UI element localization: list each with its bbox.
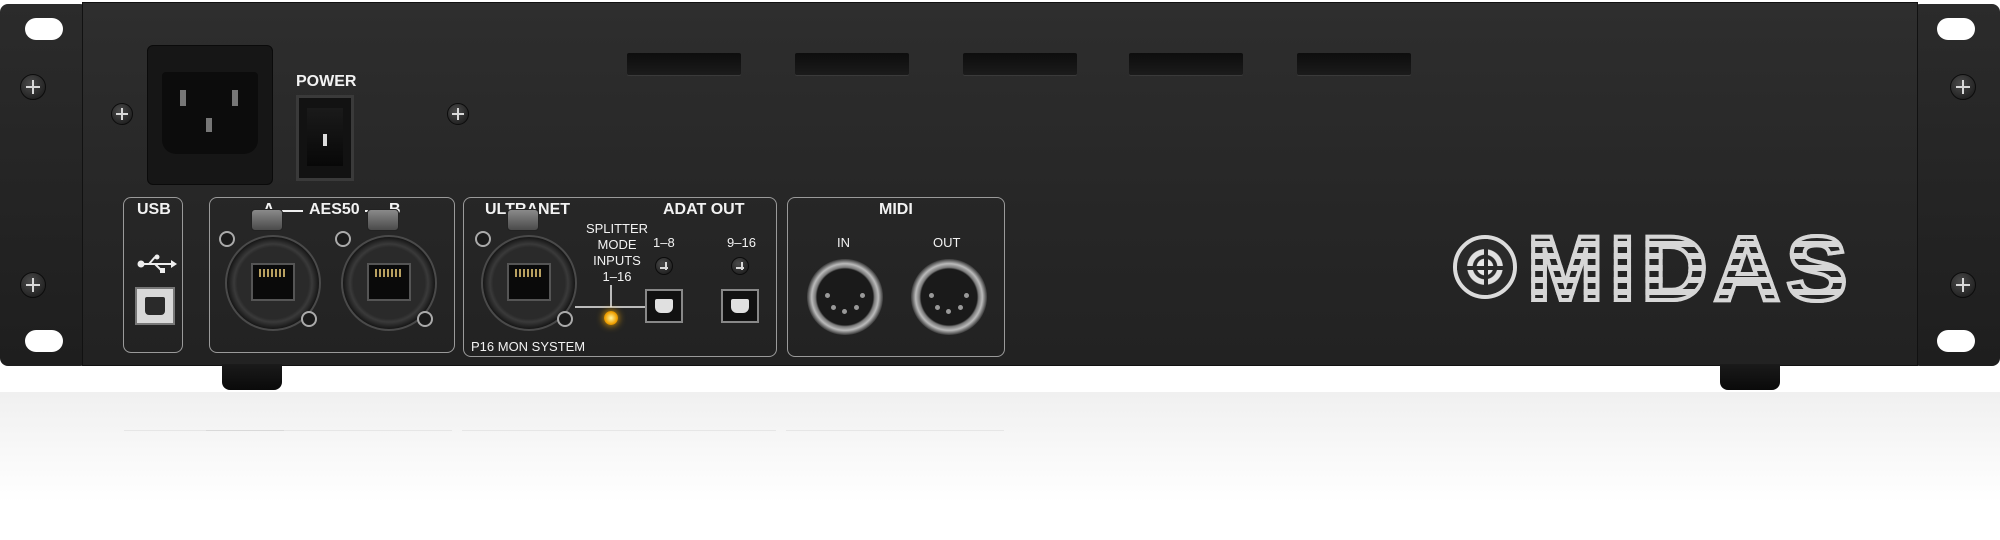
- rear-panel: POWER USB A AES50 B ULTRANET ADAT OUT SP…: [82, 2, 1918, 366]
- midas-logo-icon: [1453, 235, 1517, 299]
- ethercon-ring: [301, 311, 317, 327]
- screw-icon: [1950, 272, 1976, 298]
- ethercon-ring: [557, 311, 573, 327]
- adat-9-16-label: 9–16: [727, 235, 756, 250]
- mounting-slot: [25, 18, 63, 40]
- ethercon-latch[interactable]: [251, 209, 283, 231]
- ethercon-ring: [475, 231, 491, 247]
- floor-reflection: [0, 392, 2000, 540]
- midi-label: MIDI: [879, 201, 913, 218]
- screw-icon: [1950, 74, 1976, 100]
- ethercon-latch[interactable]: [367, 209, 399, 231]
- vent-slot: [1297, 53, 1411, 75]
- screw-icon: [447, 103, 469, 125]
- screw-icon: [20, 272, 46, 298]
- adat-out-1-8-port[interactable]: [645, 289, 683, 323]
- power-inlet[interactable]: [147, 45, 273, 185]
- brand-logo: MIDAS: [1525, 216, 1854, 322]
- ethercon-ring: [335, 231, 351, 247]
- adat-out-label: ADAT OUT: [663, 201, 745, 218]
- midi-in-label: IN: [837, 235, 850, 250]
- adat-out-9-16-port[interactable]: [721, 289, 759, 323]
- p16-mon-system-label: P16 MON SYSTEM: [471, 339, 586, 354]
- rubber-foot: [222, 364, 282, 390]
- splitter-mode-label: SPLITTER MODE INPUTS 1–16: [585, 221, 649, 284]
- midi-out-port[interactable]: [911, 259, 987, 335]
- mounting-slot: [25, 330, 63, 352]
- mounting-slot: [1937, 18, 1975, 40]
- ethercon-ring: [417, 311, 433, 327]
- power-label: POWER: [296, 73, 357, 90]
- rubber-foot: [1720, 364, 1780, 390]
- usb-label: USB: [137, 201, 171, 218]
- adat-1-8-label: 1–8: [653, 235, 675, 250]
- splitter-mode-led: [604, 311, 618, 325]
- screw-icon: [20, 74, 46, 100]
- aes50-label: AES50: [309, 201, 360, 218]
- midi-out-label: OUT: [933, 235, 961, 250]
- vent-slot: [1129, 53, 1243, 75]
- power-switch[interactable]: [296, 95, 354, 181]
- screw-icon: [731, 257, 749, 275]
- midi-in-port[interactable]: [807, 259, 883, 335]
- screw-icon: [111, 103, 133, 125]
- vent-slot: [963, 53, 1077, 75]
- usb-panel: [123, 197, 183, 353]
- usb-symbol-icon: [137, 254, 177, 273]
- rack-ear-right: [1912, 4, 2000, 366]
- ethercon-latch[interactable]: [507, 209, 539, 231]
- vent-slot: [627, 53, 741, 75]
- rack-ear-left: [0, 4, 88, 366]
- screw-icon: [655, 257, 673, 275]
- vent-slot: [795, 53, 909, 75]
- usb-b-port[interactable]: [135, 287, 175, 325]
- mounting-slot: [1937, 330, 1975, 352]
- ethercon-ring: [219, 231, 235, 247]
